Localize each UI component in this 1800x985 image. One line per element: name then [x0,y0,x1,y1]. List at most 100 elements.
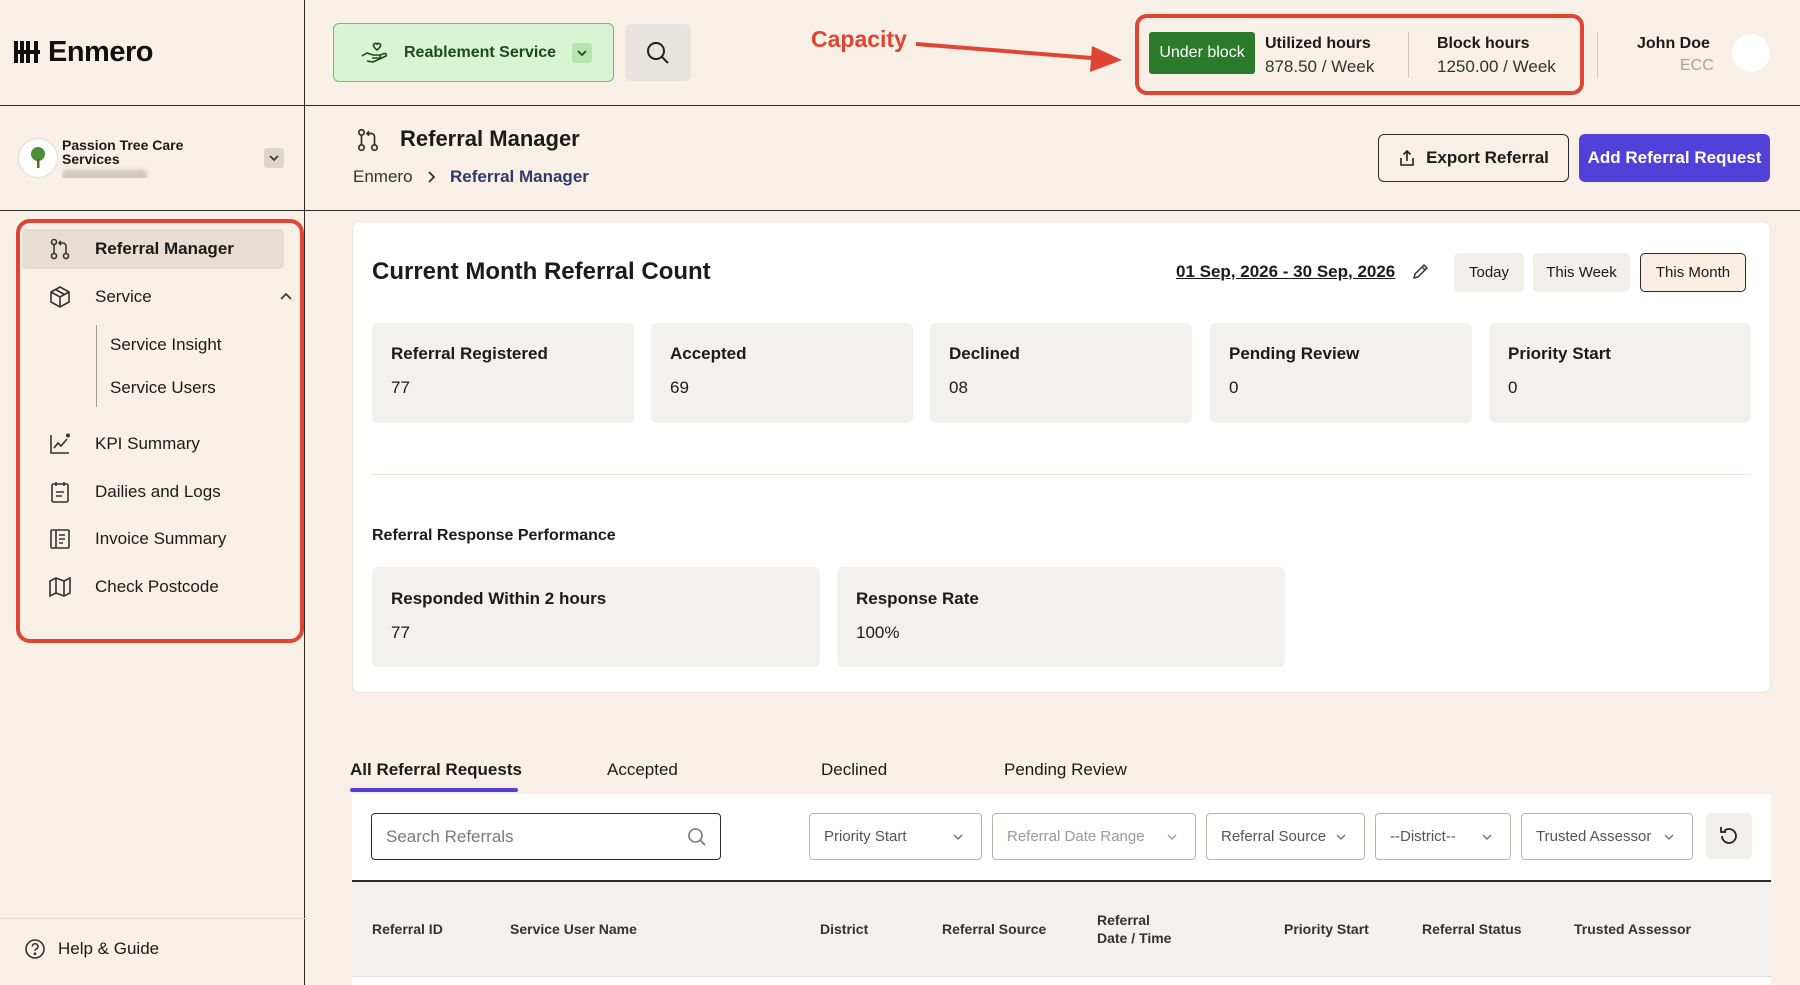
column-header-referral-source[interactable]: Referral Source [942,920,1046,938]
search-icon [688,828,706,846]
stat-value: 77 [391,378,410,397]
table-body [352,976,1771,985]
stat-value: 0 [1508,378,1518,397]
filter-priority-start-dropdown[interactable]: Priority Start [809,813,982,860]
chevron-down-icon [572,42,593,63]
export-referral-label: Export Referral [1426,148,1549,167]
stat-label: Accepted [670,344,747,363]
sidebar-item-label: Referral Manager [95,239,234,258]
chevron-down-icon [1482,834,1492,841]
app-logo[interactable]: Enmero [12,36,153,68]
tab-all-referral-requests[interactable]: All Referral Requests [350,760,522,780]
perf-label: Responded Within 2 hours [391,589,607,608]
sidebar-item-kpi-summary[interactable]: KPI Summary [22,424,284,464]
column-header-referral-id[interactable]: Referral ID [372,920,443,938]
stat-card-pending-review: Pending Review 0 [1210,323,1472,423]
reset-filters-button[interactable] [1706,813,1752,859]
add-referral-request-button[interactable]: Add Referral Request [1579,134,1770,182]
tab-accepted[interactable]: Accepted [607,760,678,780]
column-header-line: Date / Time [1097,930,1172,946]
sidebar: Enmero Passion Tree Care Services Referr… [0,0,305,985]
header-divider [1597,32,1598,78]
performance-title: Referral Response Performance [372,527,616,544]
filter-referral-source-dropdown[interactable]: Referral Source [1206,813,1365,860]
tab-pending-review[interactable]: Pending Review [1004,760,1127,780]
column-header-priority-start[interactable]: Priority Start [1284,920,1369,938]
search-referrals-input[interactable] [386,826,676,848]
column-header-referral-date-time[interactable]: Referral Date / Time [1097,911,1171,947]
git-pull-request-icon [357,128,379,152]
perf-value: 100% [856,623,900,642]
page-header-divider [305,210,1800,211]
filter-referral-date-range-dropdown[interactable]: Referral Date Range [992,813,1196,860]
search-referrals-field[interactable] [371,813,721,860]
column-header-referral-status[interactable]: Referral Status [1422,920,1522,938]
help-guide-link[interactable]: Help & Guide [24,938,159,960]
chevron-down-icon [1336,834,1346,841]
stat-value: 08 [949,378,968,397]
sidebar-subitem-service-users[interactable]: Service Users [110,378,216,398]
avatar[interactable] [1732,34,1770,72]
org-chevron-down-icon[interactable] [264,148,284,168]
filter-district-dropdown[interactable]: --District-- [1375,813,1511,860]
stat-label: Pending Review [1229,344,1360,363]
dropdown-label: Referral Date Range [1007,828,1145,845]
sidebar-item-invoice-summary[interactable]: Invoice Summary [22,519,284,559]
stat-card-declined: Declined 08 [930,323,1192,423]
filter-trusted-assessor-dropdown[interactable]: Trusted Assessor [1521,813,1693,860]
sidebar-item-label: Dailies and Logs [95,482,221,501]
chart-line-icon [50,433,70,454]
period-this-week-button[interactable]: This Week [1533,253,1630,292]
utilized-hours-value: 878.50 / Week [1265,57,1375,76]
chevron-right-icon [428,171,436,183]
map-icon [49,576,71,598]
capacity-status-badge: Under block [1149,32,1255,74]
period-this-month-button[interactable]: This Month [1640,253,1746,292]
submenu-guide-line [96,325,97,407]
sidebar-item-dailies-and-logs[interactable]: Dailies and Logs [22,472,284,512]
org-switcher[interactable]: Passion Tree Care Services [18,136,288,180]
tree-icon [31,147,45,168]
perf-card-responded-within: Responded Within 2 hours 77 [372,567,820,667]
export-referral-button[interactable]: Export Referral [1378,134,1569,182]
date-range-link[interactable]: 01 Sep, 2026 - 30 Sep, 2026 [1176,262,1395,282]
breadcrumb-home[interactable]: Enmero [353,167,413,187]
pencil-icon[interactable] [1411,263,1429,281]
sidebar-item-label: Check Postcode [95,577,219,596]
sidebar-item-label: KPI Summary [95,434,200,453]
dropdown-label: Trusted Assessor [1536,828,1652,845]
stat-value: 0 [1229,378,1239,397]
chevron-up-icon[interactable] [278,289,294,305]
stat-value: 69 [670,378,689,397]
period-today-button[interactable]: Today [1454,253,1524,292]
column-header-trusted-assessor[interactable]: Trusted Assessor [1574,920,1691,938]
invoice-icon [50,529,70,549]
global-search-button[interactable] [625,24,691,81]
stat-label: Referral Registered [391,344,548,363]
block-hours-value: 1250.00 / Week [1437,57,1556,76]
column-header-district[interactable]: District [820,920,868,938]
card-divider [372,474,1750,475]
user-name[interactable]: John Doe [1637,35,1710,53]
org-logo [18,138,58,178]
page-title: Referral Manager [400,126,580,151]
perf-label: Response Rate [856,589,979,608]
package-icon [50,286,70,308]
export-icon [1400,149,1414,166]
git-pull-request-icon [50,238,70,260]
service-selector-label: Reablement Service [404,43,557,61]
stats-title: Current Month Referral Count [372,258,711,285]
breadcrumb-current: Referral Manager [450,167,589,186]
clipboard-list-icon [51,482,69,503]
column-header-service-user-name[interactable]: Service User Name [510,920,637,938]
sidebar-subitem-service-insight[interactable]: Service Insight [110,335,222,355]
tab-declined[interactable]: Declined [821,760,887,780]
active-tab-indicator [350,788,518,792]
referrals-table-header: Referral ID Service User Name District R… [352,880,1771,976]
sidebar-item-referral-manager[interactable]: Referral Manager [22,229,284,269]
utilized-hours-title: Utilized hours [1265,35,1371,52]
user-role: ECC [1680,57,1714,74]
service-selector[interactable]: Reablement Service [333,23,614,82]
sidebar-item-check-postcode[interactable]: Check Postcode [22,567,284,607]
sidebar-item-service[interactable]: Service [22,277,292,317]
